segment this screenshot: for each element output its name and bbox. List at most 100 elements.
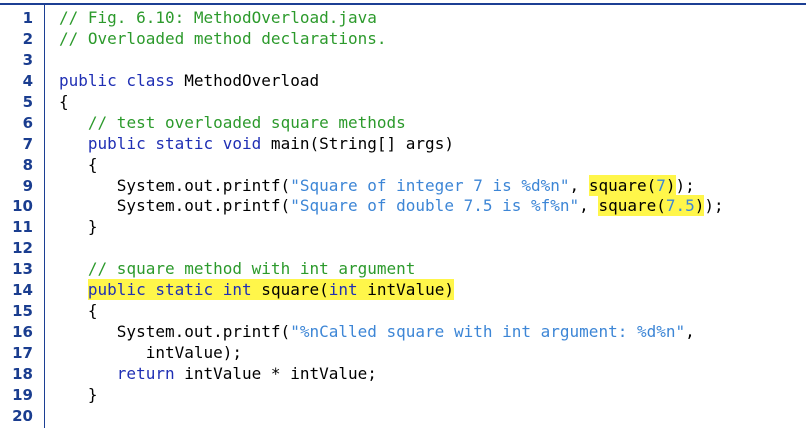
code-token: "Square of double 7.5 is %f%n" (290, 196, 580, 216)
code-token: public static void (87, 133, 262, 153)
code-line: 20 (0, 406, 806, 427)
code-line: 7 public static void main(String[] args) (0, 134, 806, 155)
code-token: , (569, 175, 589, 195)
code-text: public static int square(int intValue) (59, 279, 454, 301)
code-token: return (116, 363, 175, 383)
code-token: { (59, 301, 98, 321)
code-token: // square method with int argument (87, 259, 416, 279)
code-line: 17 intValue); (0, 343, 806, 364)
code-token: "%nCalled square with int argument: %d%n… (290, 322, 686, 342)
line-number: 16 (12, 323, 33, 342)
code-line: 15 { (0, 301, 806, 322)
line-number: 9 (22, 176, 33, 195)
line-number: 2 (22, 29, 33, 48)
code-line: 6 // test overloaded square methods (0, 113, 806, 134)
line-number: 6 (22, 113, 33, 132)
code-text: } (59, 217, 98, 238)
code-line: 12 (0, 238, 806, 259)
line-number: 5 (22, 92, 33, 111)
line-number: 15 (12, 302, 33, 321)
code-token: // Fig. 6.10: MethodOverload.java (59, 8, 377, 27)
highlighted-code-token: square( (251, 279, 329, 301)
code-token: { (59, 154, 98, 174)
code-text: { (59, 155, 98, 176)
line-number: 19 (12, 385, 33, 404)
code-line: 14 public static int square(int intValue… (0, 279, 806, 301)
highlighted-code-token: int (328, 279, 358, 301)
code-text: intValue); (59, 343, 242, 364)
code-token: MethodOverload (174, 70, 320, 90)
code-line: 8 { (0, 155, 806, 176)
line-number: 11 (12, 218, 33, 237)
code-line: 16 System.out.printf("%nCalled square wi… (0, 322, 806, 343)
code-token: main(String[] args) (261, 133, 454, 153)
code-line: 1 // Fig. 6.10: MethodOverload.java (0, 8, 806, 29)
line-number: 20 (12, 406, 33, 425)
line-number: 1 (22, 9, 33, 27)
code-line: 13 // square method with int argument (0, 259, 806, 280)
code-token: } (59, 217, 98, 237)
line-number: 13 (12, 260, 33, 279)
code-text: System.out.printf("%nCalled square with … (59, 322, 695, 343)
code-token: } (59, 384, 98, 404)
code-listing: 1 // Fig. 6.10: MethodOverload.java 2 // Ov… (0, 8, 806, 427)
code-token: System.out.printf( (59, 196, 291, 216)
code-text: // Overloaded method declarations. (59, 29, 387, 50)
code-token: ); (704, 196, 724, 216)
code-token: intValue); (59, 343, 243, 362)
line-number: 3 (22, 50, 33, 69)
code-line: 11 } (0, 217, 806, 238)
code-line: 5{ (0, 92, 806, 113)
line-number: 12 (12, 239, 33, 258)
highlighted-code-token: intValue) (357, 279, 454, 301)
code-token: intValue * intValue; (174, 363, 377, 383)
top-rule (0, 3, 806, 5)
code-token: System.out.printf( (59, 175, 291, 195)
code-token: System.out.printf( (59, 322, 291, 342)
code-line: 10 System.out.printf("Square of double 7… (0, 195, 806, 217)
code-token: { (59, 91, 69, 111)
highlighted-code-token: 7.5 (665, 195, 695, 217)
code-text: public static void main(String[] args) (59, 134, 454, 155)
code-text: System.out.printf("Square of integer 7 i… (59, 174, 695, 197)
code-line: 3 (0, 50, 806, 71)
line-number: 14 (12, 281, 33, 300)
line-number: 10 (12, 197, 33, 216)
code-text: public class MethodOverload (59, 71, 319, 92)
code-line: 2 // Overloaded method declarations. (0, 29, 806, 50)
code-token: , (579, 196, 599, 216)
highlighted-code-token: 7 (656, 174, 666, 196)
code-token: public class (59, 70, 175, 90)
line-number: 4 (22, 71, 33, 90)
code-text: { (59, 92, 69, 113)
code-text: // Fig. 6.10: MethodOverload.java (59, 8, 377, 29)
code-text: return intValue * intValue; (59, 364, 377, 385)
code-text: // square method with int argument (59, 259, 416, 280)
code-token: // test overloaded square methods (87, 112, 406, 132)
line-number: 17 (12, 344, 33, 362)
highlighted-code-token: public static int (87, 279, 252, 301)
code-text: // test overloaded square methods (59, 113, 406, 134)
code-token: "Square of integer 7 is %d%n" (290, 175, 570, 195)
highlighted-code-token: ) (694, 195, 705, 217)
code-line: 19 } (0, 385, 806, 406)
code-line: 18 return intValue * intValue; (0, 364, 806, 385)
line-number: 7 (22, 134, 33, 153)
code-line: 4 public class MethodOverload (0, 71, 806, 92)
code-token: ); (675, 175, 695, 195)
code-token: , (685, 322, 695, 342)
code-text: { (59, 301, 98, 322)
highlighted-code-token: square( (598, 195, 666, 217)
code-line: 9 System.out.printf("Square of integer 7… (0, 174, 806, 197)
code-text: } (59, 385, 98, 406)
highlighted-code-token: ) (665, 174, 676, 196)
highlighted-code-token: square( (588, 174, 657, 196)
line-number: 18 (12, 364, 33, 383)
code-token: // Overloaded method declarations. (59, 28, 387, 48)
code-text: System.out.printf("Square of double 7.5 … (59, 195, 724, 217)
